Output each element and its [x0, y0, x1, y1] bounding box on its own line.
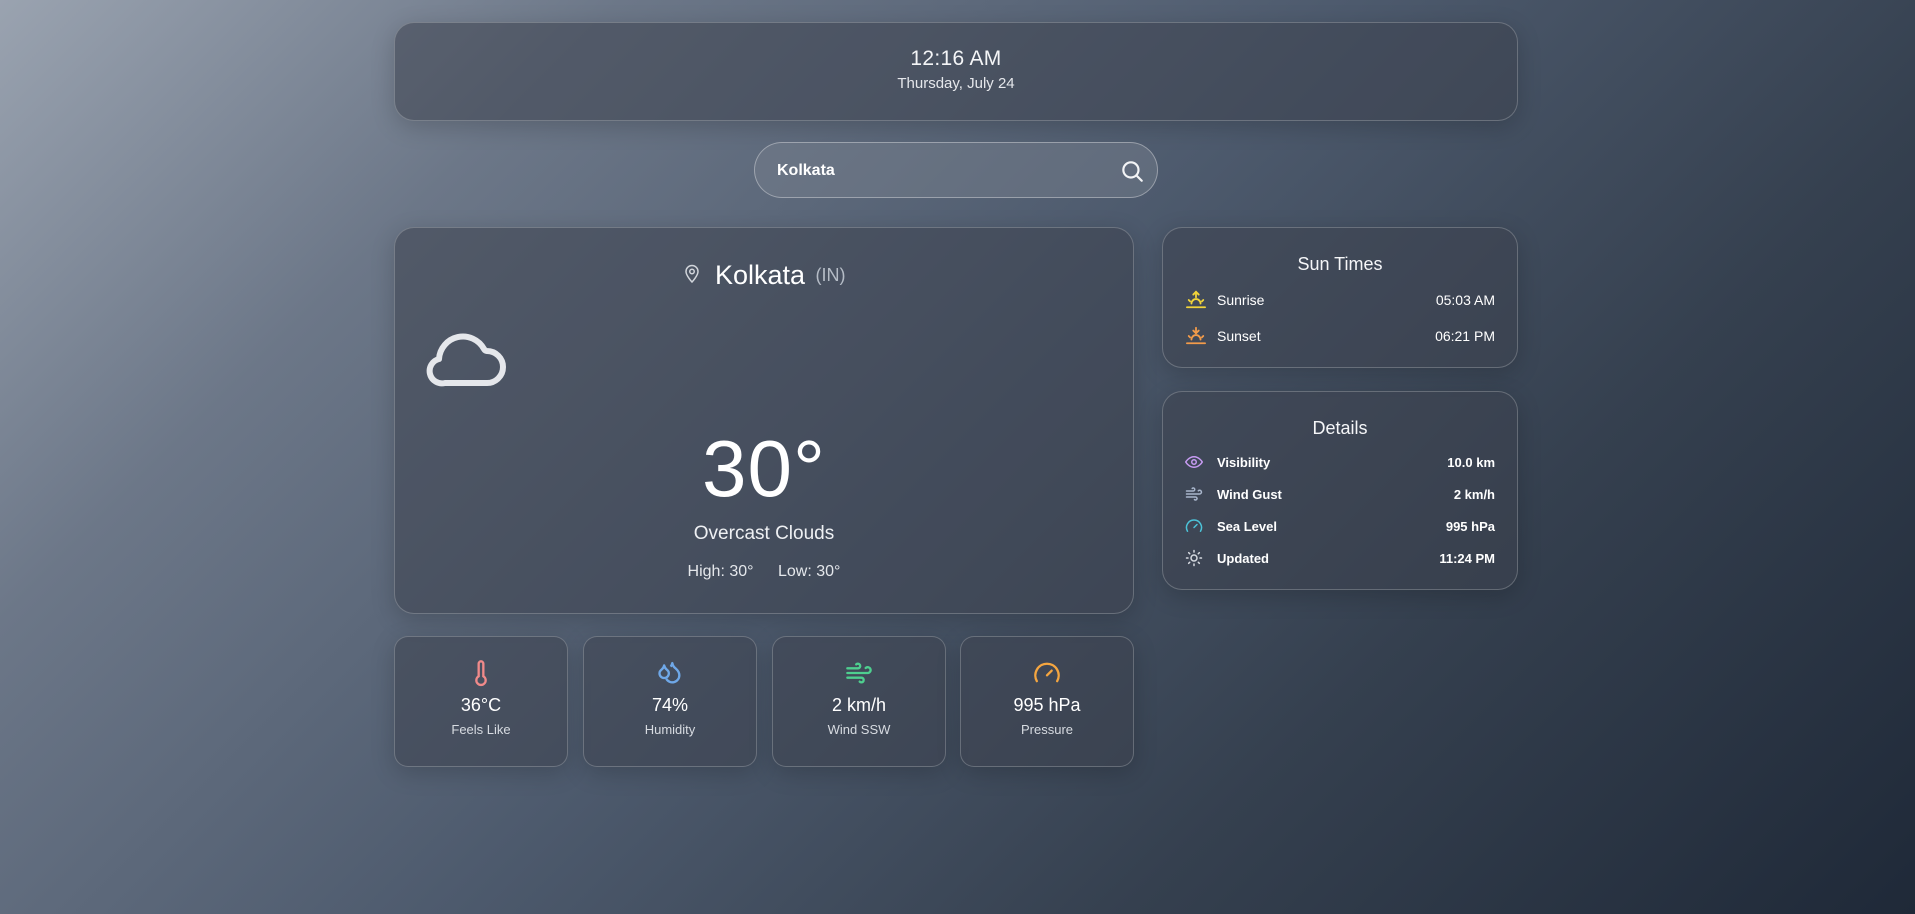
sea-level-row: Sea Level 995 hPa — [1185, 516, 1495, 536]
gauge-icon — [1185, 516, 1209, 536]
city-name: Kolkata — [714, 260, 806, 290]
sea-level-value: 995 hPa — [1445, 518, 1495, 534]
sunset-value: 06:21 PM — [1435, 328, 1495, 344]
stat-card-feels-like: 36°C Feels Like — [394, 636, 568, 767]
gauge-icon — [961, 659, 1133, 687]
visibility-row: Visibility 10.0 km — [1185, 452, 1495, 472]
sun-times-title: Sun Times — [1297, 254, 1383, 274]
stat-value: 36°C — [460, 695, 502, 715]
eye-icon — [1185, 452, 1209, 472]
high-temp: High: 30° — [687, 563, 754, 580]
stat-label: Humidity — [644, 722, 696, 737]
high-low: High: 30° Low: 30° — [395, 563, 1133, 581]
sunset-label: Sunset — [1217, 328, 1261, 344]
search-icon[interactable] — [1119, 158, 1145, 184]
stat-label: Wind SSW — [827, 722, 891, 737]
updated-row: Updated 11:24 PM — [1185, 548, 1495, 568]
map-pin-icon — [683, 262, 701, 289]
sunset-icon — [1185, 326, 1209, 346]
temperature: 30° — [702, 424, 826, 513]
sunrise-row: Sunrise 05:03 AM — [1185, 290, 1495, 310]
stat-label: Feels Like — [451, 722, 511, 737]
current-time: 12:16 AM — [910, 47, 1002, 70]
search-input[interactable] — [777, 158, 1107, 184]
visibility-label: Visibility — [1217, 454, 1271, 470]
search-bar — [754, 142, 1158, 198]
stat-value: 2 km/h — [831, 695, 887, 715]
wind-icon — [773, 659, 945, 687]
stat-card-humidity: 74% Humidity — [583, 636, 757, 767]
sunrise-value: 05:03 AM — [1435, 292, 1495, 308]
updated-value: 11:24 PM — [1439, 550, 1495, 566]
current-date: Thursday, July 24 — [897, 75, 1015, 92]
wind-gust-value: 2 km/h — [1453, 486, 1495, 502]
low-temp: Low: 30° — [778, 563, 841, 580]
weather-condition: Overcast Clouds — [693, 523, 835, 544]
sea-level-label: Sea Level — [1217, 518, 1277, 534]
thermometer-icon — [395, 659, 567, 687]
stat-value: 995 hPa — [1013, 695, 1081, 715]
details-card: Details Visibility 10.0 km Wind Gust 2 k… — [1162, 391, 1518, 590]
sunrise-label: Sunrise — [1217, 292, 1265, 308]
sunrise-icon — [1185, 290, 1209, 310]
sun-times-card: Sun Times Sunrise 05:03 AM Sunset 06:21 … — [1162, 227, 1518, 368]
droplets-icon — [584, 659, 756, 687]
updated-label: Updated — [1217, 550, 1269, 566]
clock-card: 12:16 AM Thursday, July 24 — [394, 22, 1518, 121]
stat-value: 74% — [651, 695, 689, 715]
stat-card-wind: 2 km/h Wind SSW — [772, 636, 946, 767]
location-row: Kolkata (IN) — [395, 260, 1133, 291]
wind-gust-label: Wind Gust — [1217, 486, 1282, 502]
sunset-row: Sunset 06:21 PM — [1185, 326, 1495, 346]
sun-icon — [1185, 548, 1209, 568]
country-code: (IN) — [815, 265, 846, 285]
current-weather-card: Kolkata (IN) 30° Overcast Clouds High: 3… — [394, 227, 1134, 614]
stat-card-pressure: 995 hPa Pressure — [960, 636, 1134, 767]
cloud-icon — [425, 323, 509, 394]
stat-label: Pressure — [1020, 722, 1074, 737]
wind-gust-row: Wind Gust 2 km/h — [1185, 484, 1495, 504]
visibility-value: 10.0 km — [1447, 454, 1495, 470]
details-title: Details — [1312, 418, 1368, 438]
wind-icon — [1185, 484, 1209, 504]
